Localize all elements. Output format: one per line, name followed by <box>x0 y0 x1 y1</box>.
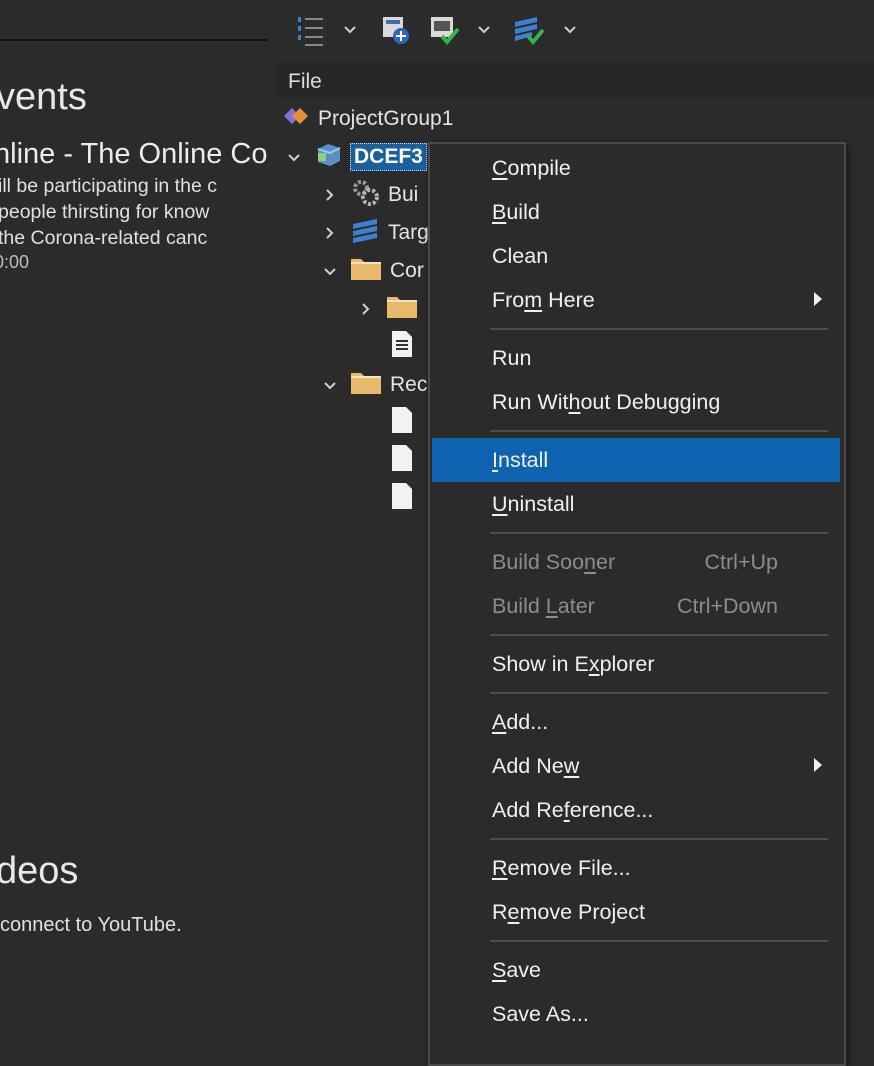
project-icon <box>314 139 344 175</box>
tree-item-project[interactable]: DCEF3 <box>284 140 427 174</box>
menu-item-install[interactable]: Install <box>432 438 840 482</box>
submenu-arrow-icon <box>814 758 822 772</box>
event-description-line-1: ill be participating in the c <box>0 175 217 197</box>
tree-item-file[interactable] <box>390 482 414 516</box>
youtube-connection-message: connect to YouTube. <box>0 914 182 936</box>
chevron-right-icon[interactable] <box>320 185 340 205</box>
event-description-line-2: people thirsting for know <box>0 201 210 223</box>
tree-item-file[interactable] <box>390 406 414 440</box>
file-column-header[interactable]: File <box>276 62 874 98</box>
tree-item-target-platforms[interactable]: Targ <box>320 216 429 250</box>
menu-item-add-reference[interactable]: Add Reference... <box>432 788 840 832</box>
tree-item-folder[interactable]: Cor <box>320 254 424 288</box>
file-icon <box>390 481 414 517</box>
menu-separator <box>490 634 828 636</box>
gear-icon <box>350 177 380 213</box>
tree-item-source-file[interactable] <box>390 330 414 364</box>
menu-separator <box>490 430 828 432</box>
menu-item-remove-file[interactable]: Remove File... <box>432 846 840 890</box>
chevron-right-icon[interactable] <box>356 299 376 319</box>
tree-item-label: Targ <box>388 221 429 244</box>
menu-item-save[interactable]: Save <box>432 948 840 992</box>
event-date: 0:00 <box>0 252 30 272</box>
layers-icon <box>350 215 380 251</box>
menu-separator <box>490 692 828 694</box>
chevron-down-icon[interactable] <box>320 375 340 395</box>
event-description-line-3: the Corona-related canc <box>0 227 208 249</box>
file-icon <box>390 405 414 441</box>
chevron-down-icon[interactable] <box>476 22 492 43</box>
source-file-icon <box>390 329 414 365</box>
events-heading: vents <box>0 76 87 118</box>
tree-item-build-configurations[interactable]: Bui <box>320 178 418 212</box>
menu-item-run[interactable]: Run <box>432 336 840 380</box>
folder-icon <box>386 292 418 326</box>
menu-item-build-later: Build Later Ctrl+Down <box>492 594 778 618</box>
menu-item-uninstall[interactable]: Uninstall <box>432 482 840 526</box>
tree-item-label: ProjectGroup1 <box>318 107 454 130</box>
submenu-arrow-icon <box>814 292 822 306</box>
folder-icon <box>350 368 382 402</box>
sync-project-icon[interactable] <box>380 14 412 51</box>
videos-heading: deos <box>0 850 79 892</box>
menu-item-add-new[interactable]: Add New <box>432 744 840 788</box>
menu-item-compile[interactable]: Compile <box>432 146 840 190</box>
menu-item-from-here[interactable]: From Here <box>432 278 840 322</box>
chevron-down-icon[interactable] <box>284 147 304 167</box>
project-group-icon <box>280 101 310 137</box>
menu-item-build[interactable]: Build <box>432 190 840 234</box>
menu-item-build-sooner: Build Sooner Ctrl+Up <box>492 550 778 574</box>
menu-separator <box>490 532 828 534</box>
tree-item-label: Rec <box>390 373 428 396</box>
folder-icon <box>350 254 382 288</box>
chevron-right-icon[interactable] <box>320 223 340 243</box>
file-header-label: File <box>288 70 322 93</box>
selected-project-label: DCEF3 <box>350 143 427 171</box>
menu-separator <box>490 328 828 330</box>
tree-item-label: Cor <box>390 259 424 282</box>
chevron-down-icon[interactable] <box>562 22 578 43</box>
tree-item-file[interactable] <box>390 444 414 478</box>
menu-separator <box>490 940 828 942</box>
tree-item-project-group[interactable]: ProjectGroup1 <box>280 102 453 136</box>
build-check-icon[interactable] <box>428 14 462 51</box>
context-menu: Compile Build Clean From Here Run Run Wi… <box>428 142 846 1066</box>
menu-item-show-in-explorer[interactable]: Show in Explorer <box>432 642 840 686</box>
menu-separator <box>490 838 828 840</box>
welcome-page: vents nline - The Online Co ill be parti… <box>0 0 276 1048</box>
menu-shortcut: Ctrl+Down <box>677 594 778 618</box>
list-order-icon[interactable] <box>296 14 326 53</box>
menu-item-remove-project[interactable]: Remove Project <box>432 890 840 934</box>
tree-item-label: Bui <box>388 183 419 206</box>
chevron-down-icon[interactable] <box>342 22 358 43</box>
chevron-down-icon[interactable] <box>320 261 340 281</box>
menu-item-add[interactable]: Add... <box>432 700 840 744</box>
menu-item-save-as[interactable]: Save As... <box>432 992 840 1036</box>
menu-shortcut: Ctrl+Up <box>704 550 778 574</box>
menu-item-run-without-debugging[interactable]: Run Without Debugging <box>432 380 840 424</box>
event-title-link[interactable]: nline - The Online Co <box>0 138 268 171</box>
tree-item-requires[interactable]: Rec <box>320 368 427 402</box>
file-icon <box>390 443 414 479</box>
menu-item-clean[interactable]: Clean <box>432 234 840 278</box>
build-all-icon[interactable] <box>512 14 546 51</box>
project-manager-toolbar <box>276 0 874 62</box>
welcome-divider <box>0 39 268 41</box>
tree-item-subfolder[interactable] <box>356 292 426 326</box>
